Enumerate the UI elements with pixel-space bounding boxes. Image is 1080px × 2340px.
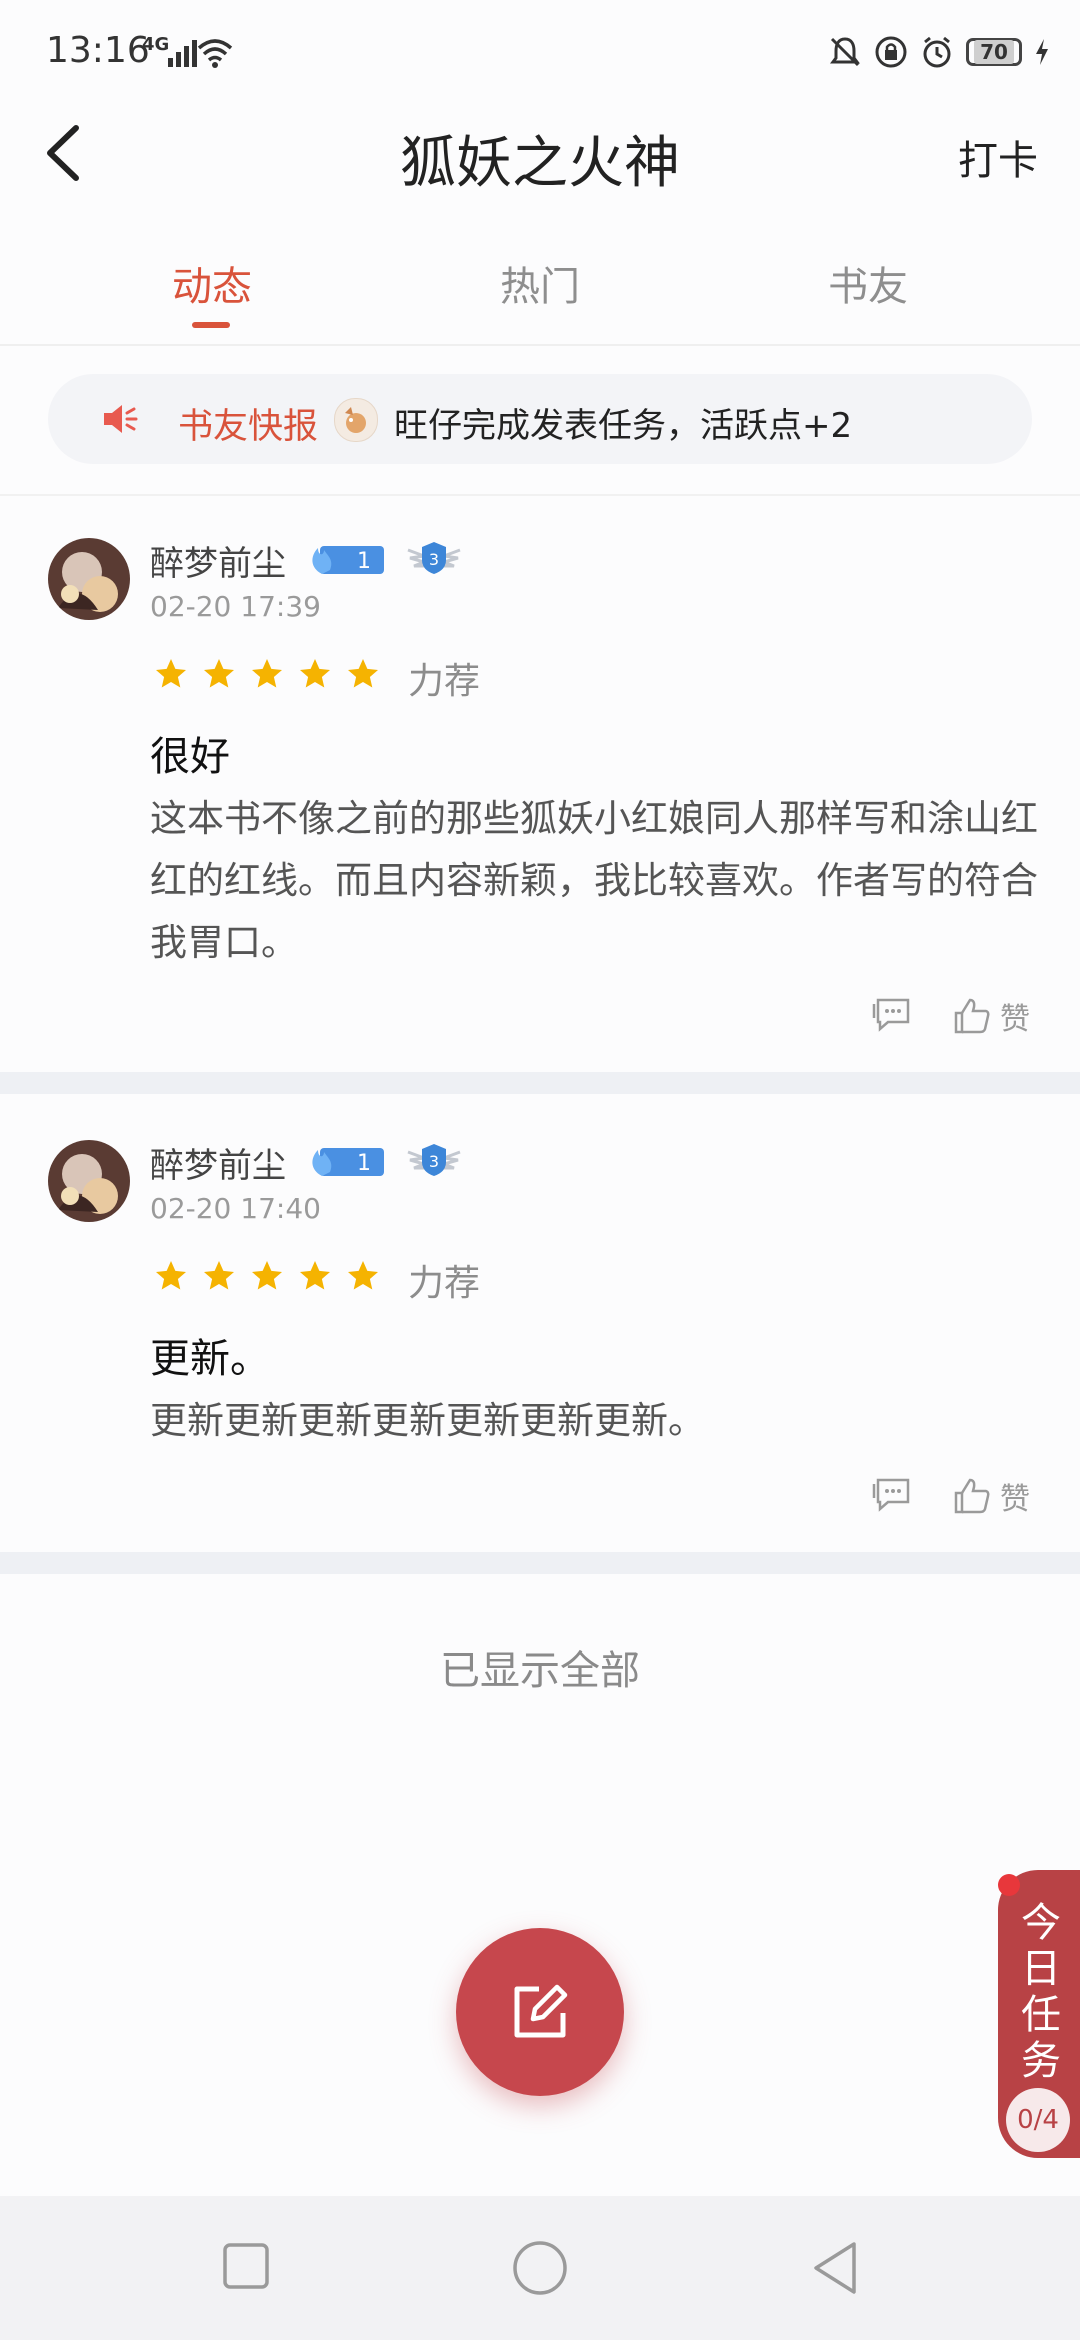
star-icon xyxy=(156,1261,186,1290)
thumbs-up-icon xyxy=(954,1478,990,1514)
comment-button[interactable] xyxy=(870,994,912,1034)
alarm-icon xyxy=(923,36,951,68)
post-body: 更新更新更新更新更新更新更新。 xyxy=(150,1399,705,1442)
star-icon xyxy=(156,659,186,688)
ticker-text: 旺仔完成发表任务，活跃点+2 xyxy=(394,406,853,446)
recents-button[interactable] xyxy=(222,2242,270,2290)
avatar[interactable] xyxy=(48,1140,130,1222)
notification-dot xyxy=(998,1874,1020,1896)
star-icon xyxy=(300,659,330,688)
daily-task-count: 0/4 xyxy=(1006,2088,1070,2152)
tab-book-friends[interactable]: 书友 xyxy=(768,254,968,312)
fire-level: 1 xyxy=(357,1151,371,1176)
back-nav-button[interactable] xyxy=(810,2240,860,2296)
like-label: 赞 xyxy=(1000,1002,1030,1037)
comment-button[interactable] xyxy=(870,1474,912,1514)
like-button[interactable]: 赞 xyxy=(952,1474,1030,1518)
comment-icon xyxy=(872,998,910,1032)
avatar[interactable] xyxy=(48,538,130,620)
system-nav-bar xyxy=(0,2196,1080,2340)
fire-level: 1 xyxy=(357,549,371,574)
fire-level-badge: 1 xyxy=(312,1148,384,1176)
like-button[interactable]: 赞 xyxy=(952,994,1030,1038)
post-title: 很好 xyxy=(150,734,230,780)
active-tab-indicator xyxy=(192,322,230,328)
star-icon xyxy=(204,1261,234,1290)
checkin-button[interactable]: 打卡 xyxy=(958,128,1038,186)
daily-task-title: 今日任务 xyxy=(1021,1900,1061,2084)
thumbs-up-icon xyxy=(954,998,990,1034)
status-time: 13:16 xyxy=(46,30,150,71)
speaker-icon xyxy=(104,405,138,433)
post-time: 02-20 17:40 xyxy=(150,1192,321,1225)
post-time: 02-20 17:39 xyxy=(150,590,321,623)
tab-activity[interactable]: 动态 xyxy=(112,254,312,312)
status-bar: 13:16 4G 70 xyxy=(0,0,1080,100)
like-label: 赞 xyxy=(1000,1482,1030,1517)
post-title: 更新。 xyxy=(150,1336,270,1382)
rank-badge: 3 xyxy=(407,1144,461,1176)
star-icon xyxy=(252,1261,282,1290)
edit-icon xyxy=(514,1984,568,2038)
comment-icon xyxy=(872,1478,910,1512)
fire-level-badge: 1 xyxy=(312,546,384,574)
end-of-list-text: 已显示全部 xyxy=(440,1648,640,1694)
rating-label: 力荐 xyxy=(408,661,481,702)
home-button[interactable] xyxy=(512,2240,568,2296)
post-body: 这本书不像之前的那些狐妖小红娘同人那样写和涂山红红的红线。而且内容新颖，我比较喜… xyxy=(150,797,1038,964)
rating-label: 力荐 xyxy=(408,1263,481,1304)
write-review-button[interactable] xyxy=(456,1928,624,2096)
post-card[interactable]: 醉梦前尘 1 3 02-20 17:39 力荐 很好 这本书不像之前的那些狐妖小… xyxy=(0,496,1080,1070)
status-icons: 70 xyxy=(828,34,1050,70)
post-divider xyxy=(0,1552,1080,1574)
star-icon xyxy=(204,659,234,688)
ticker-avatar xyxy=(334,398,378,442)
rating-stars xyxy=(152,656,382,692)
battery-level: 70 xyxy=(974,40,1014,64)
rank-badge: 3 xyxy=(407,542,461,574)
post-card[interactable]: 醉梦前尘 1 3 02-20 17:40 力荐 更新。 更新更新更新更新更新更新… xyxy=(0,1094,1080,1552)
mute-bell-icon xyxy=(830,37,860,67)
post-divider xyxy=(0,1072,1080,1094)
username[interactable]: 醉梦前尘 xyxy=(150,1138,286,1187)
tab-bar: 动态 热门 书友 xyxy=(0,236,1080,346)
username[interactable]: 醉梦前尘 xyxy=(150,536,286,585)
battery-icon: 70 xyxy=(966,38,1022,66)
signal-icon xyxy=(168,40,197,67)
wifi-icon xyxy=(197,39,233,68)
lock-rotation-icon xyxy=(875,36,907,68)
charging-icon xyxy=(1036,39,1048,65)
star-icon xyxy=(300,1261,330,1290)
tab-popular[interactable]: 热门 xyxy=(440,254,640,312)
star-icon xyxy=(252,659,282,688)
ticker-label: 书友快报 xyxy=(178,407,319,447)
rating-stars xyxy=(152,1258,382,1294)
star-icon xyxy=(348,1261,378,1290)
rank-level: 3 xyxy=(429,550,439,569)
rank-level: 3 xyxy=(429,1152,439,1171)
page-title: 狐妖之火神 xyxy=(400,131,680,196)
star-icon xyxy=(348,659,378,688)
